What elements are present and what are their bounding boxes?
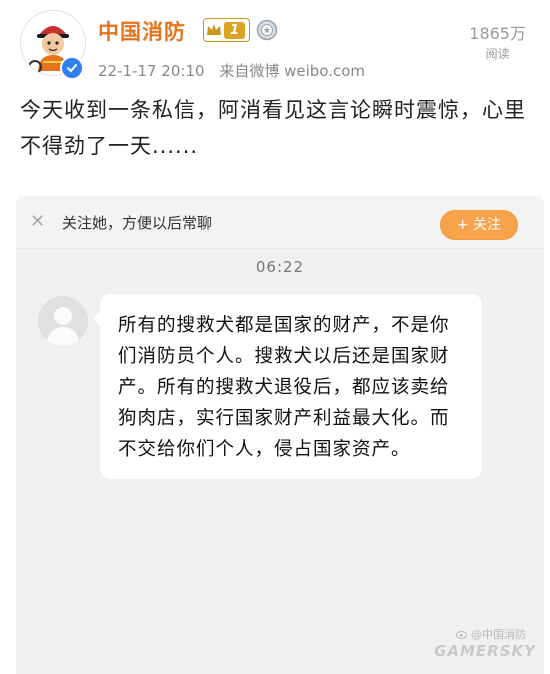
author-badges: 1: [203, 18, 278, 42]
weibo-watermark: @中国消防: [456, 626, 526, 642]
read-count-number: 1865万: [469, 24, 526, 43]
default-avatar-icon[interactable]: [38, 296, 88, 346]
post-meta: 22-1-17 20:10 来自微博 weibo.com: [98, 60, 375, 81]
follow-button[interactable]: + 关注: [439, 210, 518, 240]
post-source[interactable]: 来自微博 weibo.com: [219, 62, 365, 80]
follow-hint-text: 关注她，方便以后常聊: [62, 214, 213, 232]
read-count-label: 阅读: [485, 47, 510, 61]
message-bubble: 所有的搜救犬都是国家的财产，不是你们消防员个人。搜救犬以后还是国家财产。所有的搜…: [93, 294, 482, 479]
weibo-logo-icon: [456, 631, 467, 639]
message-time: 06:22: [255, 258, 305, 276]
private-message-screenshot: ✕ 关注她，方便以后常聊 + 关注 06:22 所有的搜救犬都是国家的财产，不是…: [16, 196, 544, 674]
read-count: 1865万 阅读: [469, 20, 526, 62]
weibo-post: 中国消防 1 22-1-17 20:10 来自微博 weibo.com 1865…: [0, 0, 550, 190]
site-watermark: GAMERSKY: [434, 642, 536, 660]
crown-icon: [207, 24, 221, 35]
watermark-text: @中国消防: [471, 628, 526, 641]
author-name[interactable]: 中国消防: [98, 16, 186, 46]
follow-suggestion-bar: ✕ 关注她，方便以后常聊 + 关注: [16, 196, 544, 249]
medal-icon[interactable]: [256, 19, 278, 41]
level-number: 1: [224, 21, 246, 39]
post-date: 22-1-17 20:10: [98, 62, 205, 80]
post-text: 今天收到一条私信，阿消看见这言论瞬时震惊，心里不得劲了一天......: [20, 98, 526, 158]
level-badge-icon[interactable]: 1: [203, 18, 251, 42]
close-icon[interactable]: ✕: [30, 213, 48, 231]
verified-icon: [60, 56, 84, 80]
